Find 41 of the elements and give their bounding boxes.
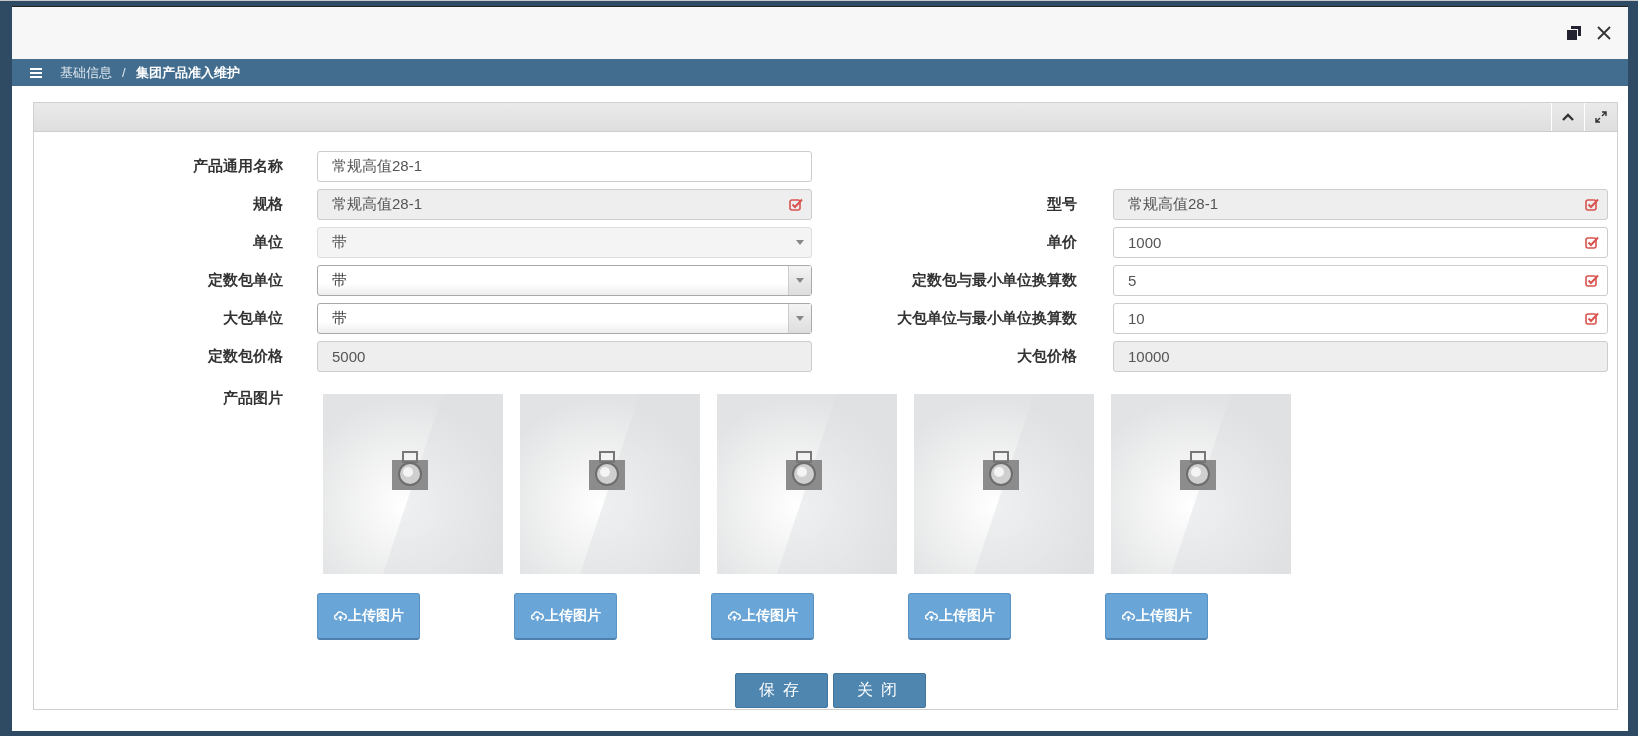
input-field[interactable]: 常规高值28-1 [1113, 189, 1608, 220]
select-field[interactable]: 带 [317, 227, 812, 258]
input-field[interactable]: 常规高值28-1 [317, 189, 812, 220]
restore-icon[interactable] [1566, 25, 1582, 41]
input-field[interactable]: 10 [1113, 303, 1608, 334]
cloud-upload-icon [530, 610, 544, 622]
cloud-upload-icon [727, 610, 741, 622]
close-button[interactable]: 关闭 [833, 673, 926, 708]
field-label: 大包价格 [1016, 347, 1078, 366]
save-button[interactable]: 保存 [735, 673, 828, 708]
breadcrumb-current: 集团产品准入维护 [135, 63, 240, 82]
input-field[interactable]: 5 [1113, 265, 1608, 296]
field-label: 规格 [252, 195, 284, 214]
field-label: 大包单位 [222, 309, 284, 328]
field-label: 产品通用名称 [192, 157, 284, 176]
field-label: 大包单位与最小单位换算数 [896, 309, 1078, 328]
input-field[interactable]: 5000 [317, 341, 812, 372]
field-label: 定数包与最小单位换算数 [911, 271, 1078, 290]
field-label: 单位 [252, 233, 284, 252]
caret-icon [796, 316, 804, 321]
close-icon[interactable] [1596, 25, 1612, 41]
chevron-up-icon [1562, 113, 1574, 121]
cloud-upload-icon [924, 610, 938, 622]
field-label: 定数包单位 [207, 271, 284, 290]
select-field[interactable]: 带 [317, 303, 812, 334]
select-field[interactable]: 带 [317, 265, 812, 296]
menu-icon[interactable] [30, 67, 42, 78]
caret-icon [796, 240, 804, 245]
input-field[interactable]: 1000 [1113, 227, 1608, 258]
expand-icon [1595, 111, 1607, 123]
breadcrumb-separator: / [122, 65, 126, 80]
cloud-upload-icon [333, 610, 347, 622]
caret-icon [796, 278, 804, 283]
field-label: 定数包价格 [207, 347, 284, 366]
field-label: 产品图片 [222, 388, 284, 408]
field-label: 单价 [1046, 233, 1078, 252]
breadcrumb-link[interactable]: 基础信息 [60, 63, 112, 82]
input-field[interactable]: 常规高值28-1 [317, 151, 812, 182]
cloud-upload-icon [1121, 610, 1135, 622]
input-field[interactable]: 10000 [1113, 341, 1608, 372]
field-label: 型号 [1046, 195, 1078, 214]
